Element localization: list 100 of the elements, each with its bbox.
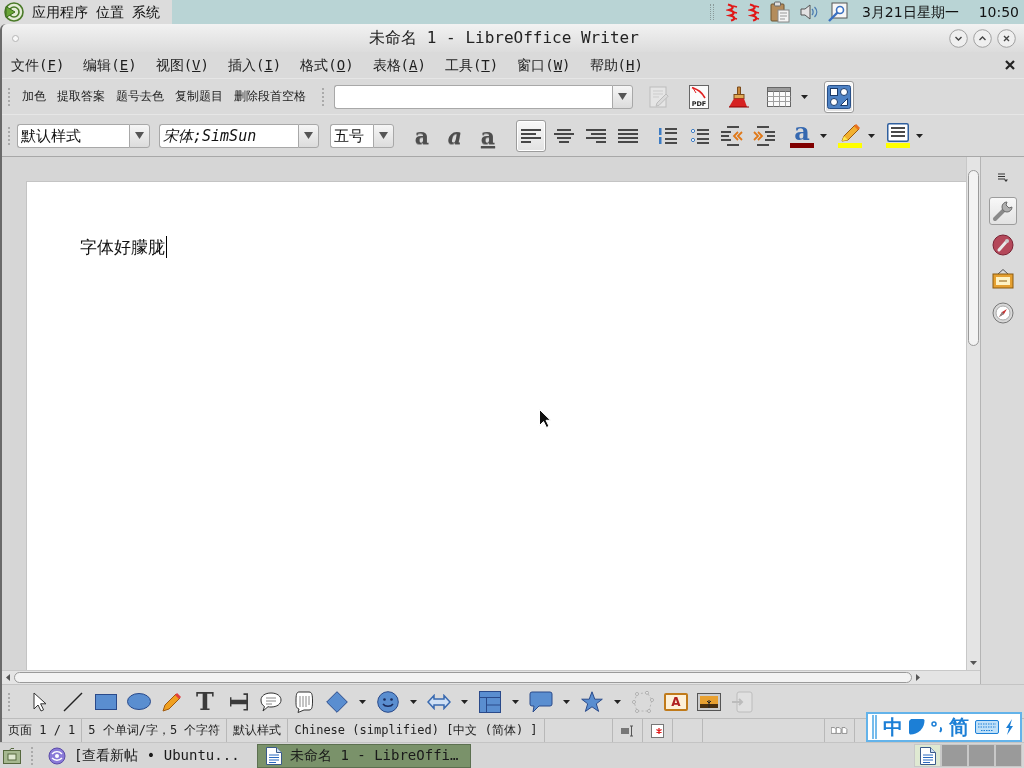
toolbar-button[interactable]: 提取答案 (52, 86, 110, 107)
document-text: 字体好朦胧 (80, 236, 165, 258)
caret-icon (135, 132, 144, 139)
properties-button[interactable] (988, 197, 1017, 225)
toolbar-grip[interactable] (322, 87, 326, 106)
caret-icon[interactable] (801, 94, 808, 99)
marker-icon (839, 123, 861, 142)
menu-item[interactable]: 视图(V) (146, 54, 218, 76)
paragraph-background-button[interactable] (884, 120, 912, 151)
menu-item[interactable]: 编辑(E) (74, 54, 146, 76)
caret-icon[interactable] (461, 699, 468, 704)
align-left-button[interactable] (516, 119, 546, 152)
bold-button[interactable]: a (408, 121, 436, 150)
caret-icon[interactable] (820, 133, 827, 138)
caret-icon[interactable] (512, 699, 519, 704)
script-toggle[interactable]: 简 (949, 717, 969, 737)
magnifier-icon[interactable] (827, 2, 848, 22)
toolbar-button[interactable]: 复制题目 (170, 86, 228, 107)
grip-icon[interactable] (872, 715, 877, 739)
desktop-icon[interactable] (3, 747, 21, 764)
date-text[interactable]: 3月21日星期一 (861, 3, 959, 21)
menu-item[interactable]: 插入(I) (218, 54, 291, 76)
workspace-cell[interactable] (995, 744, 1022, 767)
right-arrow-icon[interactable] (916, 674, 920, 681)
document-asterisk-icon[interactable] (650, 723, 664, 738)
dropdown-button[interactable] (612, 84, 633, 109)
caret-icon[interactable] (614, 699, 621, 704)
paragraph-style-field[interactable]: 默认样式 (17, 123, 129, 148)
menu-item[interactable]: 文件(F) (2, 54, 74, 76)
workspace-cell[interactable] (914, 744, 941, 767)
squiggle-icon[interactable] (725, 2, 738, 22)
caret-icon[interactable] (916, 133, 923, 138)
caret-icon[interactable] (410, 699, 417, 704)
dropdown-button[interactable] (373, 123, 394, 148)
font-name-field[interactable]: 宋体;SimSun (159, 123, 298, 148)
panel-menu[interactable]: 位置 (96, 2, 124, 22)
arrow-pointer-icon (33, 691, 47, 712)
numbered-list-icon (659, 127, 677, 144)
toolbar-grip[interactable] (8, 87, 12, 106)
toolbar-grip[interactable] (8, 692, 12, 711)
menu-item[interactable]: 帮助(H) (580, 54, 652, 76)
down-arrow-icon[interactable] (970, 661, 977, 665)
toolbar-button[interactable]: 删除段首空格 (229, 86, 311, 107)
workspace-cell[interactable] (941, 744, 968, 767)
taskbar-grip[interactable] (31, 746, 35, 765)
caret-icon[interactable] (563, 699, 570, 704)
single-page-icon[interactable] (830, 725, 836, 736)
italic-button[interactable]: a (441, 121, 469, 150)
dropdown-button[interactable] (298, 123, 319, 148)
menu-item[interactable]: 表格(A) (363, 54, 435, 76)
menu-item[interactable]: 格式(O) (291, 54, 363, 76)
smiley-icon (377, 690, 399, 713)
panel-menu[interactable]: 系统 (132, 2, 160, 22)
text-button[interactable]: T (191, 687, 219, 716)
close-icon[interactable] (1005, 60, 1015, 70)
design-mode-button[interactable] (824, 80, 854, 113)
input-mode-toggle[interactable]: 中 (883, 717, 903, 737)
circle-play-icon[interactable] (4, 2, 24, 22)
squiggle-icon[interactable] (747, 2, 760, 22)
callout-icon (529, 690, 553, 713)
toolbar-grip[interactable] (8, 126, 12, 145)
vertical-text-button[interactable]: T (224, 687, 252, 716)
caret-icon (304, 132, 313, 139)
taskbar-task[interactable]: [查看新帖 • Ubuntu... (39, 743, 253, 768)
font-color-button[interactable]: a (788, 120, 816, 151)
font-size-field[interactable]: 五号 (330, 123, 373, 148)
close-button[interactable] (997, 28, 1016, 48)
maximize-button[interactable] (973, 28, 992, 48)
menu-icon (997, 172, 1008, 182)
toolbar-button[interactable]: 加色 (17, 86, 51, 107)
scrollbar-thumb[interactable] (968, 170, 979, 346)
vertical-scrollbar[interactable] (966, 157, 980, 670)
minimize-button[interactable] (949, 28, 968, 48)
left-arrow-icon[interactable] (6, 674, 10, 681)
scrollbar-thumb[interactable] (14, 672, 912, 683)
menu-item[interactable]: 工具(T) (435, 54, 508, 76)
selection-mode-icon[interactable] (620, 724, 634, 737)
picture-icon (697, 692, 721, 711)
keyboard-icon[interactable] (975, 720, 999, 734)
taskbar-task[interactable]: 未命名 1 - LibreOffi… (257, 743, 471, 768)
double-arrow-icon (427, 693, 451, 710)
caret-icon[interactable] (868, 133, 875, 138)
clock-time[interactable]: 10:50 (978, 3, 1019, 21)
dropdown-button[interactable] (129, 123, 150, 148)
clipboard-icon[interactable] (769, 1, 790, 23)
underline-button[interactable]: a (474, 121, 502, 150)
menu-item[interactable]: 窗口(W) (508, 54, 580, 76)
panel-grip[interactable] (709, 4, 714, 20)
disc-slash-icon (991, 234, 1014, 256)
horizontal-scrollbar[interactable] (2, 670, 980, 684)
toolbar-button[interactable]: 题号去色 (111, 86, 169, 107)
align-left-icon (521, 128, 541, 143)
workspace-cell[interactable] (968, 744, 995, 767)
speaker-icon[interactable] (799, 3, 818, 21)
punctuation-icon[interactable] (931, 721, 943, 733)
combo-field[interactable] (334, 84, 612, 109)
lightning-icon[interactable] (1005, 719, 1014, 735)
caret-icon[interactable] (359, 699, 366, 704)
panel-menu[interactable]: 应用程序 (32, 2, 88, 22)
picture-frame-icon (991, 269, 1014, 289)
